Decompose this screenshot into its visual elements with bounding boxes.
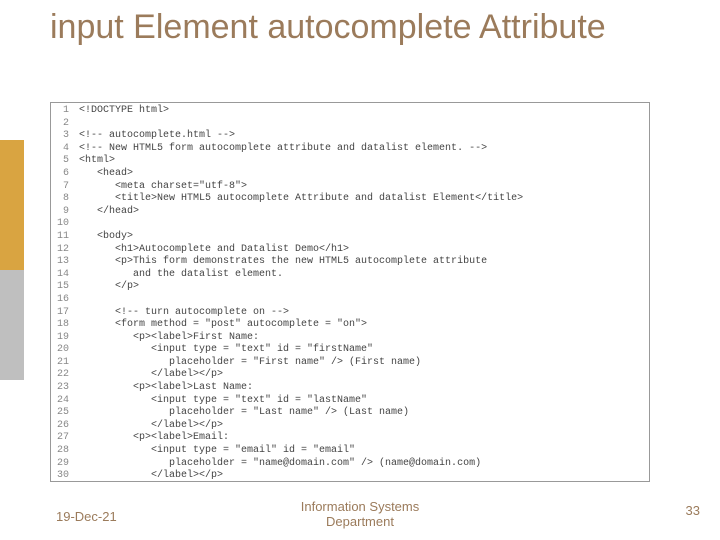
line-number: 3 bbox=[51, 130, 73, 143]
line-number: 18 bbox=[51, 319, 73, 332]
code-line: 3 <!-- autocomplete.html --> bbox=[51, 130, 649, 143]
code-text: placeholder = "First name" /> (First nam… bbox=[73, 357, 421, 370]
code-text: and the datalist element. bbox=[73, 269, 283, 282]
code-text: <!-- autocomplete.html --> bbox=[73, 130, 235, 143]
code-text bbox=[73, 294, 79, 307]
line-number: 5 bbox=[51, 155, 73, 168]
line-number: 21 bbox=[51, 357, 73, 370]
line-number: 19 bbox=[51, 332, 73, 345]
code-line: 27 <p><label>Email: bbox=[51, 432, 649, 445]
sidebar-accent-gray bbox=[0, 270, 24, 380]
line-number: 11 bbox=[51, 231, 73, 244]
sidebar-accent-gold bbox=[0, 140, 24, 270]
code-line: 10 bbox=[51, 218, 649, 231]
code-text: <p><label>Last Name: bbox=[73, 382, 253, 395]
line-number: 9 bbox=[51, 206, 73, 219]
code-line: 5 <html> bbox=[51, 155, 649, 168]
code-text: <form method = "post" autocomplete = "on… bbox=[73, 319, 367, 332]
code-line: 9 </head> bbox=[51, 206, 649, 219]
code-text: </label></p> bbox=[73, 369, 223, 382]
code-line: 4 <!-- New HTML5 form autocomplete attri… bbox=[51, 143, 649, 156]
line-number: 28 bbox=[51, 445, 73, 458]
code-text bbox=[73, 218, 79, 231]
code-line: 8 <title>New HTML5 autocomplete Attribut… bbox=[51, 193, 649, 206]
line-number: 12 bbox=[51, 244, 73, 257]
code-text: placeholder = "Last name" /> (Last name) bbox=[73, 407, 409, 420]
line-number: 14 bbox=[51, 269, 73, 282]
code-text: <title>New HTML5 autocomplete Attribute … bbox=[73, 193, 523, 206]
code-text: </p> bbox=[73, 281, 139, 294]
line-number: 7 bbox=[51, 181, 73, 194]
code-line: 14 and the datalist element. bbox=[51, 269, 649, 282]
line-number: 29 bbox=[51, 458, 73, 471]
code-line: 23 <p><label>Last Name: bbox=[51, 382, 649, 395]
code-line: 16 bbox=[51, 294, 649, 307]
code-line: 12 <h1>Autocomplete and Datalist Demo</h… bbox=[51, 244, 649, 257]
line-number: 23 bbox=[51, 382, 73, 395]
code-text: </label></p> bbox=[73, 420, 223, 433]
code-line: 11 <body> bbox=[51, 231, 649, 244]
line-number: 6 bbox=[51, 168, 73, 181]
code-text: <!DOCTYPE html> bbox=[73, 105, 169, 118]
code-text: <meta charset="utf-8"> bbox=[73, 181, 247, 194]
code-line: 6 <head> bbox=[51, 168, 649, 181]
line-number: 13 bbox=[51, 256, 73, 269]
code-line: 15 </p> bbox=[51, 281, 649, 294]
line-number: 26 bbox=[51, 420, 73, 433]
code-line: 25 placeholder = "Last name" /> (Last na… bbox=[51, 407, 649, 420]
line-number: 25 bbox=[51, 407, 73, 420]
line-number: 4 bbox=[51, 143, 73, 156]
line-number: 8 bbox=[51, 193, 73, 206]
code-line: 18 <form method = "post" autocomplete = … bbox=[51, 319, 649, 332]
code-text: <body> bbox=[73, 231, 133, 244]
code-text bbox=[73, 118, 79, 131]
code-text: <h1>Autocomplete and Datalist Demo</h1> bbox=[73, 244, 349, 257]
footer-date: 19-Dec-21 bbox=[56, 509, 117, 524]
footer-page-number: 33 bbox=[686, 503, 700, 518]
code-text: <input type = "text" id = "firstName" bbox=[73, 344, 373, 357]
line-number: 15 bbox=[51, 281, 73, 294]
code-line: 20 <input type = "text" id = "firstName" bbox=[51, 344, 649, 357]
code-line: 13 <p>This form demonstrates the new HTM… bbox=[51, 256, 649, 269]
code-line: 1 <!DOCTYPE html> bbox=[51, 105, 649, 118]
footer: 19-Dec-21 Information Systems Department… bbox=[0, 499, 720, 530]
page-title: input Element autocomplete Attribute bbox=[50, 8, 650, 47]
line-number: 27 bbox=[51, 432, 73, 445]
code-line: 22 </label></p> bbox=[51, 369, 649, 382]
line-number: 24 bbox=[51, 395, 73, 408]
title-area: input Element autocomplete Attribute bbox=[50, 8, 650, 47]
code-text: <p>This form demonstrates the new HTML5 … bbox=[73, 256, 487, 269]
code-line: 26 </label></p> bbox=[51, 420, 649, 433]
code-text: <input type = "text" id = "lastName" bbox=[73, 395, 367, 408]
code-text: <!-- New HTML5 form autocomplete attribu… bbox=[73, 143, 487, 156]
line-number: 16 bbox=[51, 294, 73, 307]
line-number: 20 bbox=[51, 344, 73, 357]
code-text: </head> bbox=[73, 206, 139, 219]
line-number: 30 bbox=[51, 470, 73, 482]
code-line: 28 <input type = "email" id = "email" bbox=[51, 445, 649, 458]
line-number: 1 bbox=[51, 105, 73, 118]
code-line: 21 placeholder = "First name" /> (First … bbox=[51, 357, 649, 370]
line-number: 2 bbox=[51, 118, 73, 131]
code-line: 30 </label></p> bbox=[51, 470, 649, 482]
line-number: 17 bbox=[51, 307, 73, 320]
code-text: <input type = "email" id = "email" bbox=[73, 445, 355, 458]
code-text: <head> bbox=[73, 168, 133, 181]
code-text: </label></p> bbox=[73, 470, 223, 482]
code-listing: 1 <!DOCTYPE html>2 3 <!-- autocomplete.h… bbox=[50, 102, 650, 482]
code-line: 7 <meta charset="utf-8"> bbox=[51, 181, 649, 194]
code-text: <!-- turn autocomplete on --> bbox=[73, 307, 289, 320]
code-line: 2 bbox=[51, 118, 649, 131]
code-line: 19 <p><label>First Name: bbox=[51, 332, 649, 345]
line-number: 10 bbox=[51, 218, 73, 231]
line-number: 22 bbox=[51, 369, 73, 382]
code-line: 29 placeholder = "name@domain.com" /> (n… bbox=[51, 458, 649, 471]
code-line: 17 <!-- turn autocomplete on --> bbox=[51, 307, 649, 320]
code-text: <p><label>First Name: bbox=[73, 332, 259, 345]
code-text: <p><label>Email: bbox=[73, 432, 229, 445]
code-line: 24 <input type = "text" id = "lastName" bbox=[51, 395, 649, 408]
code-text: placeholder = "name@domain.com" /> (name… bbox=[73, 458, 481, 471]
code-text: <html> bbox=[73, 155, 115, 168]
